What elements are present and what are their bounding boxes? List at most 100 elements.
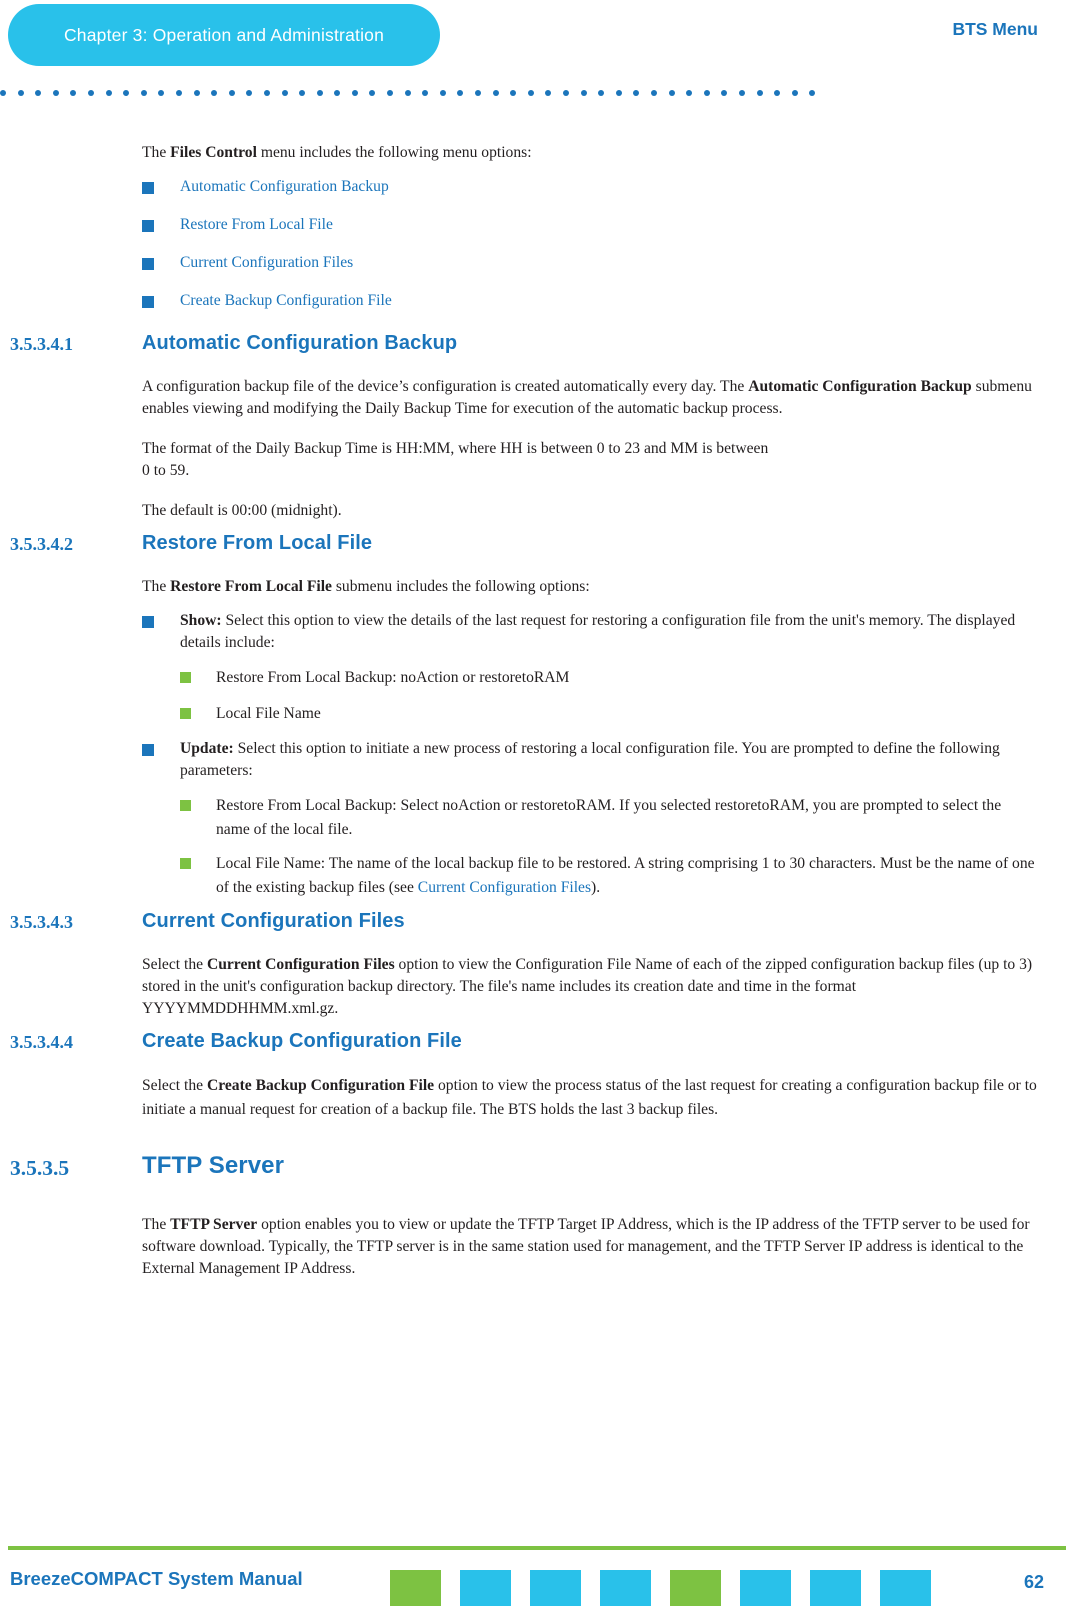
list-item-automatic-configuration-backup[interactable]: Automatic Configuration Backup bbox=[142, 176, 1038, 198]
footer-square-icon bbox=[880, 1570, 931, 1606]
heading-title: Current Configuration Files bbox=[142, 910, 405, 932]
divider-dot-icon bbox=[738, 90, 745, 96]
divider-dot-icon bbox=[422, 90, 429, 96]
divider-dot-icon bbox=[598, 90, 605, 96]
sublist-text-part-2: ). bbox=[591, 879, 601, 896]
paragraph-restore-options-intro: The Restore From Local File submenu incl… bbox=[142, 576, 1038, 598]
list-item-restore-from-local-file[interactable]: Restore From Local File bbox=[142, 214, 1038, 236]
divider-dot-icon bbox=[52, 90, 59, 96]
intro-text-2: menu includes the following menu options… bbox=[256, 144, 532, 161]
heading-number: 3.5.3.4.1 bbox=[10, 334, 73, 354]
divider-dot-icon bbox=[299, 90, 306, 96]
bullet-square-green-icon bbox=[180, 800, 191, 811]
heading-number: 3.5.3.5 bbox=[10, 1156, 70, 1180]
chapter-title-label: Chapter 3: Operation and Administration bbox=[63, 24, 385, 45]
divider-dot-icon bbox=[158, 90, 165, 96]
list-item-show-option: Show: Select this option to view the det… bbox=[142, 610, 1038, 654]
heading-number: 3.5.3.4.2 bbox=[10, 534, 73, 554]
divider-dot-icon bbox=[809, 90, 816, 96]
text-part-1: Select the bbox=[142, 1077, 207, 1094]
text-bold-current-configuration-files: Current Configuration Files bbox=[206, 956, 395, 973]
page-header: Chapter 3: Operation and Administration … bbox=[0, 0, 1074, 112]
divider-dot-icon bbox=[351, 90, 358, 96]
divider-dot-icon bbox=[87, 90, 94, 96]
sublist-item-text: Local File Name: The name of the local b… bbox=[216, 855, 1035, 896]
files-control-intro: The Files Control menu includes the foll… bbox=[142, 142, 1038, 164]
sublist-item-label: Restore From Local Backup: Select noActi… bbox=[216, 797, 1002, 838]
footer-square-icon bbox=[740, 1570, 791, 1606]
bullet-square-green-icon bbox=[180, 858, 191, 869]
footer-manual-title: BreezeCOMPACT System Manual bbox=[10, 1568, 303, 1589]
label-update: Update: bbox=[180, 740, 234, 757]
text-part-2: submenu includes the following options: bbox=[331, 578, 590, 595]
divider-dot-icon bbox=[369, 90, 376, 96]
divider-dot-icon bbox=[175, 90, 182, 96]
divider-dot-icon bbox=[105, 90, 112, 96]
heading-title: TFTP Server bbox=[142, 1152, 285, 1179]
paragraph-tftp-server: The TFTP Server option enables you to vi… bbox=[142, 1214, 1038, 1280]
divider-dot-icon bbox=[615, 90, 622, 96]
divider-dot-icon bbox=[791, 90, 798, 96]
text-part-1: The bbox=[142, 1216, 171, 1233]
divider-dot-icon bbox=[70, 90, 77, 96]
heading-title: Restore From Local File bbox=[142, 532, 373, 554]
intro-bold-files-control: Files Control bbox=[170, 144, 257, 161]
heading-title: Automatic Configuration Backup bbox=[142, 332, 458, 354]
divider-dot-icon bbox=[17, 90, 24, 96]
update-description: Select this option to initiate a new pro… bbox=[180, 740, 1000, 779]
divider-dot-icon bbox=[633, 90, 640, 96]
list-item-text: Update: Select this option to initiate a… bbox=[180, 740, 1000, 779]
heading-number: 3.5.3.4.4 bbox=[10, 1032, 73, 1052]
divider-dot-icon bbox=[545, 90, 552, 96]
divider-dot-icon bbox=[703, 90, 710, 96]
list-item-update-option: Update: Select this option to initiate a… bbox=[142, 738, 1038, 782]
divider-dot-icon bbox=[650, 90, 657, 96]
sublist-item-label: Restore From Local Backup: noAction or r… bbox=[216, 669, 570, 686]
heading-number: 3.5.3.4.3 bbox=[10, 912, 73, 932]
chapter-title-pill: Chapter 3: Operation and Administration bbox=[8, 4, 440, 66]
text-line-2: 0 to 59. bbox=[142, 462, 190, 479]
footer-square-icon bbox=[530, 1570, 581, 1606]
sublist-item-restore-from-local-backup-update: Restore From Local Backup: Select noActi… bbox=[180, 794, 1038, 842]
sublist-text-part-1: Local File Name: The name of the local b… bbox=[216, 855, 1035, 896]
sublist-item-restore-from-local-backup-show: Restore From Local Backup: noAction or r… bbox=[180, 666, 1038, 690]
list-item-create-backup-configuration-file[interactable]: Create Backup Configuration File bbox=[142, 290, 1038, 312]
list-item-current-configuration-files[interactable]: Current Configuration Files bbox=[142, 252, 1038, 274]
list-item-text: Show: Select this option to view the det… bbox=[180, 612, 1015, 651]
divider-dot-icon bbox=[492, 90, 499, 96]
list-item-label: Current Configuration Files bbox=[180, 254, 354, 271]
list-item-label: Automatic Configuration Backup bbox=[180, 178, 389, 195]
divider-dot-icon bbox=[263, 90, 270, 96]
divider-dot-icon bbox=[281, 90, 288, 96]
intro-text-1: The bbox=[142, 144, 171, 161]
heading-create-backup-configuration-file: 3.5.3.4.4 Create Backup Configuration Fi… bbox=[0, 1030, 1074, 1066]
divider-dot-icon bbox=[211, 90, 218, 96]
footer-square-icon bbox=[600, 1570, 651, 1606]
text-bold-tftp-server: TFTP Server bbox=[170, 1216, 258, 1233]
bts-menu-label: BTS Menu bbox=[952, 19, 1038, 39]
list-item-label: Restore From Local File bbox=[180, 216, 333, 233]
footer-decorative-squares bbox=[390, 1570, 950, 1606]
bullet-square-icon bbox=[142, 182, 154, 194]
paragraph-daily-backup-format: The format of the Daily Backup Time is H… bbox=[142, 438, 1038, 482]
text-part-1: A configuration backup file of the devic… bbox=[142, 378, 749, 395]
page-content: The Files Control menu includes the foll… bbox=[0, 112, 1074, 1280]
cross-reference-current-configuration-files[interactable]: Current Configuration Files bbox=[418, 879, 591, 896]
page-footer: BreezeCOMPACT System Manual 62 bbox=[0, 1546, 1074, 1624]
divider-dot-icon bbox=[334, 90, 341, 96]
bullet-square-green-icon bbox=[180, 672, 191, 683]
text-line-1: The format of the Daily Backup Time is H… bbox=[142, 440, 769, 457]
divider-dot-icon bbox=[756, 90, 763, 96]
sublist-item-label: Local File Name bbox=[216, 705, 321, 722]
footer-square-icon bbox=[460, 1570, 511, 1606]
heading-restore-from-local-file: 3.5.3.4.2 Restore From Local File bbox=[0, 532, 1074, 568]
footer-square-icon bbox=[390, 1570, 441, 1606]
text-bold-create-backup-configuration-file: Create Backup Configuration File bbox=[206, 1077, 435, 1094]
divider-dot-icon bbox=[387, 90, 394, 96]
divider-dot-icon bbox=[510, 90, 517, 96]
divider-dot-icon bbox=[246, 90, 253, 96]
list-item-label: Create Backup Configuration File bbox=[180, 292, 392, 309]
bullet-square-icon bbox=[142, 220, 154, 232]
bullet-square-green-icon bbox=[180, 708, 191, 719]
divider-dot-icon bbox=[563, 90, 569, 96]
